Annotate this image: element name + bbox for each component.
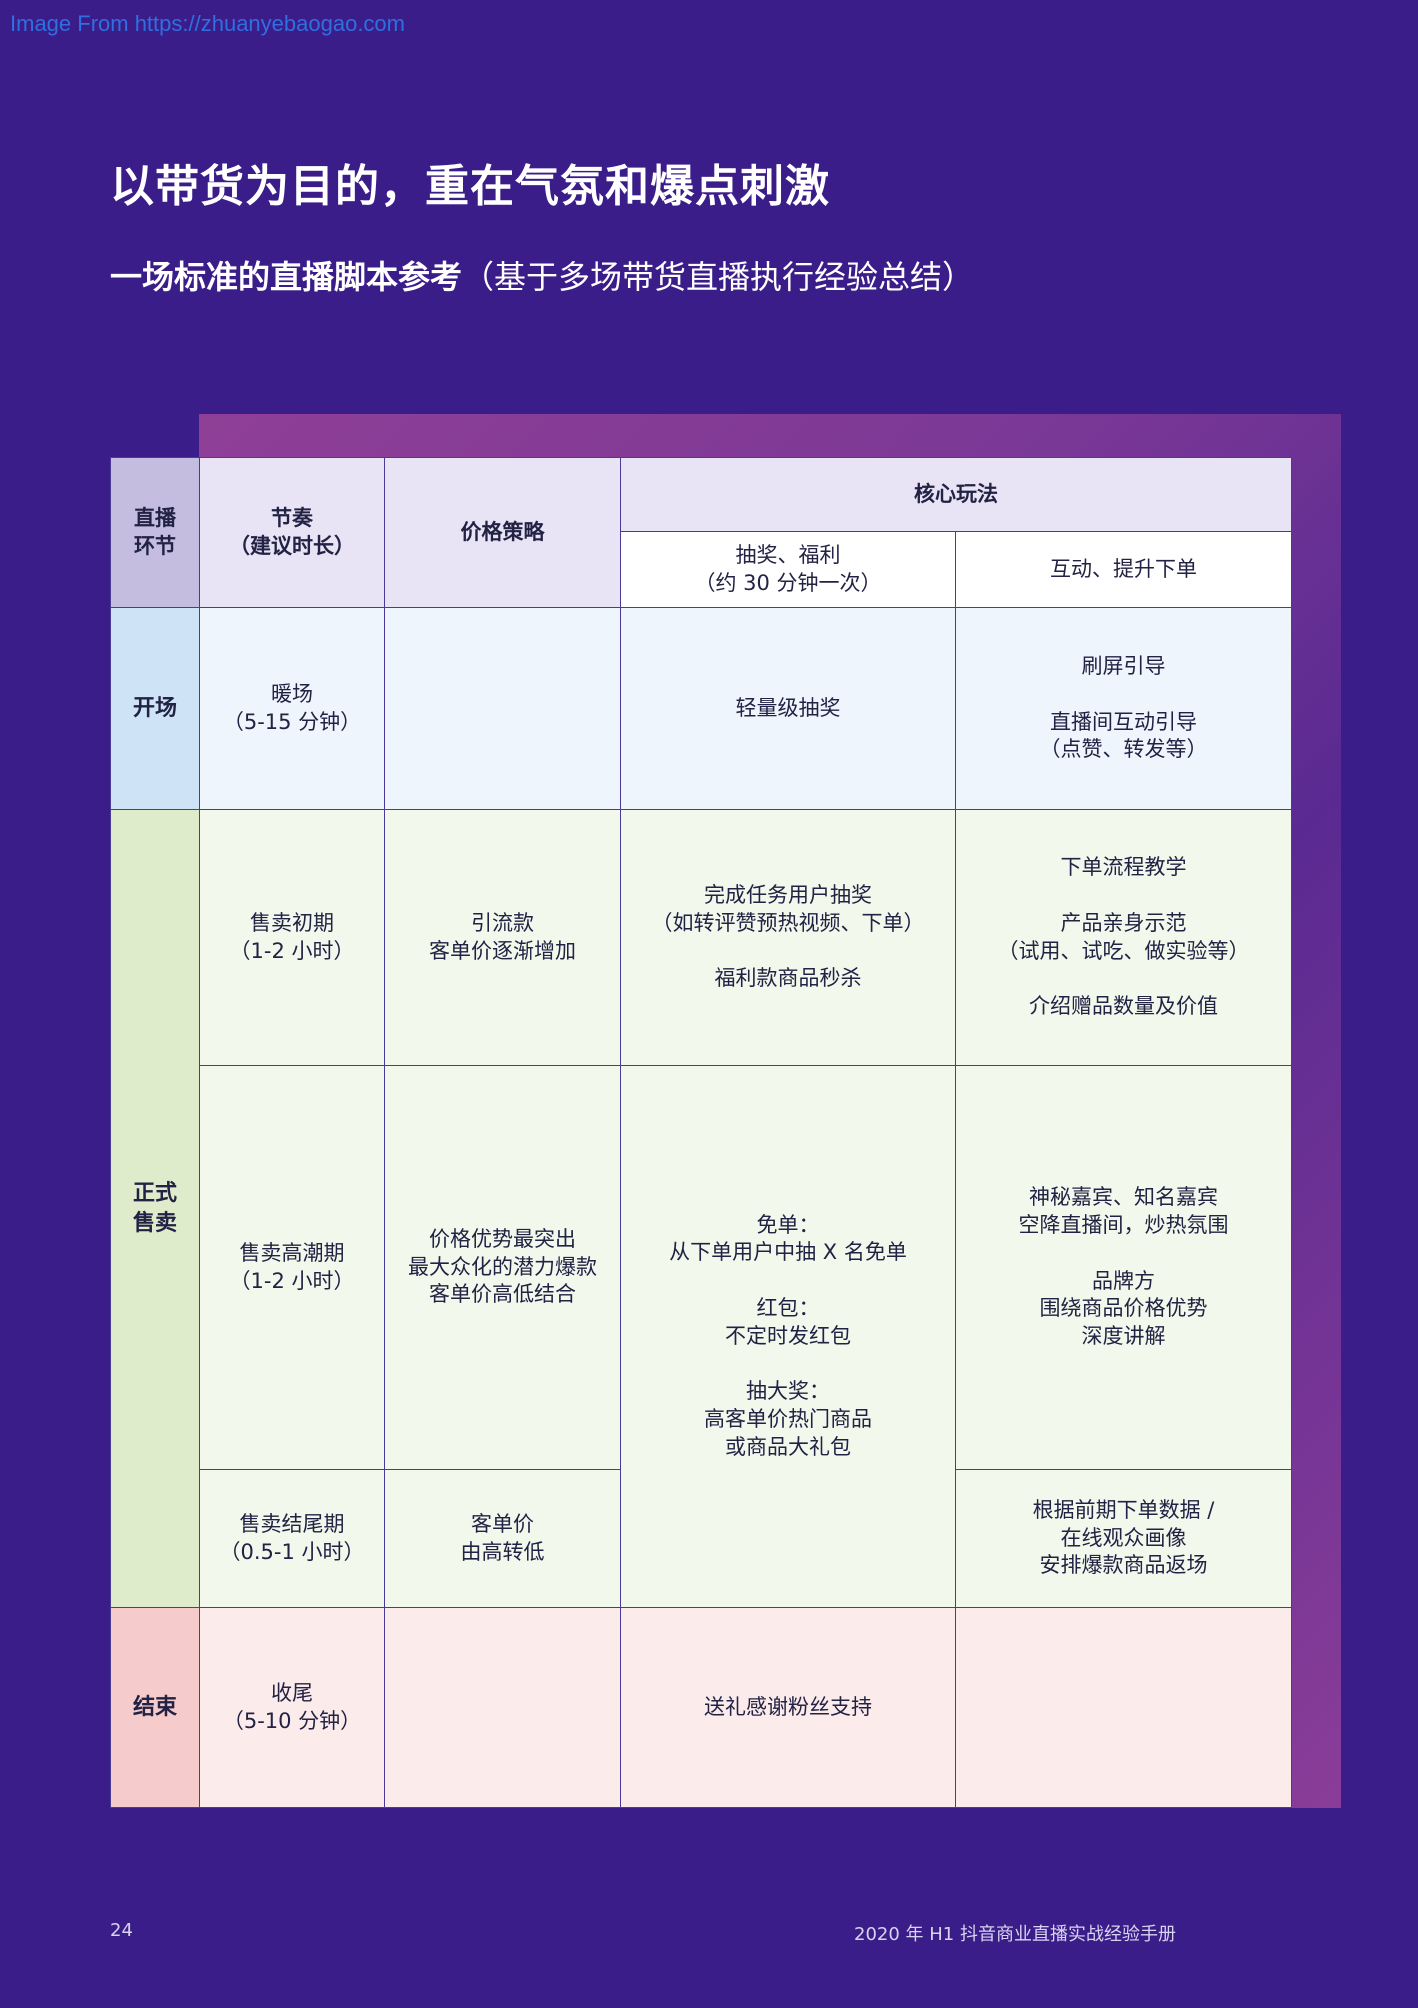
opening-interact: 刷屏引导 直播间互动引导 （点赞、转发等） bbox=[955, 607, 1292, 810]
row-selling-peak: 售卖高潮期 （1-2 小时） 价格优势最突出 最大众化的潜力爆款 客单价高低结合… bbox=[111, 1065, 1292, 1608]
ending-rhythm: 售卖结尾期 （0.5-1 小时） bbox=[199, 1469, 385, 1608]
closing-lottery: 送礼感谢粉丝支持 bbox=[620, 1607, 956, 1808]
closing-price bbox=[384, 1607, 621, 1808]
subtitle-bold: 一场标准的直播脚本参考 bbox=[110, 258, 463, 296]
page-number: 24 bbox=[110, 1920, 133, 1941]
footer-doc-title: 2020 年 H1 抖音商业直播实战经验手册 bbox=[854, 1924, 1176, 1945]
early-rhythm: 售卖初期 （1-2 小时） bbox=[199, 809, 385, 1066]
header-rhythm: 节奏 （建议时长） bbox=[199, 457, 385, 608]
row-selling-early: 正式 售卖 售卖初期 （1-2 小时） 引流款 客单价逐渐增加 完成任务用户抽奖… bbox=[110, 809, 1292, 1608]
early-lottery: 完成任务用户抽奖 （如转评赞预热视频、下单） 福利款商品秒杀 bbox=[620, 809, 956, 1066]
opening-rhythm: 暖场 （5-15 分钟） bbox=[199, 607, 385, 810]
stage-opening: 开场 bbox=[110, 607, 200, 810]
early-interact: 下单流程教学 产品亲身示范 （试用、试吃、做实验等） 介绍赠品数量及价值 bbox=[955, 809, 1292, 1066]
subtitle-normal: （基于多场带货直播执行经验总结） bbox=[462, 258, 975, 296]
header-price-strategy: 价格策略 bbox=[384, 457, 621, 608]
page-subtitle: 一场标准的直播脚本参考（基于多场带货直播执行经验总结） bbox=[110, 252, 974, 298]
stage-closing: 结束 bbox=[110, 1607, 200, 1808]
early-price: 引流款 客单价逐渐增加 bbox=[384, 809, 621, 1066]
watermark-link[interactable]: Image From https://zhuanyebaogao.com bbox=[10, 11, 405, 37]
opening-price bbox=[384, 607, 621, 810]
ending-interact: 根据前期下单数据 / 在线观众画像 安排爆款商品返场 bbox=[955, 1469, 1292, 1608]
peak-interact: 神秘嘉宾、知名嘉宾 空降直播间，炒热氛围 品牌方 围绕商品价格优势 深度讲解 bbox=[955, 1065, 1292, 1470]
closing-rhythm: 收尾 （5-10 分钟） bbox=[199, 1607, 385, 1808]
page-title: 以带货为目的，重在气氛和爆点刺激 bbox=[110, 161, 830, 212]
row-opening: 开场 暖场 （5-15 分钟） 轻量级抽奖 刷屏引导 直播间互动引导 （点赞、转… bbox=[110, 607, 1292, 810]
live-script-table: 直播 环节 节奏 （建议时长） 价格策略 核心玩法 抽奖、福利 （约 30 分钟… bbox=[110, 457, 1292, 1808]
peak-lottery: 免单： 从下单用户中抽 X 名免单 红包： 不定时发红包 抽大奖： 高客单价热门… bbox=[620, 1065, 956, 1608]
header-core-play: 核心玩法 bbox=[620, 457, 1292, 532]
stage-selling: 正式 售卖 bbox=[110, 809, 200, 1608]
peak-rhythm: 售卖高潮期 （1-2 小时） bbox=[199, 1065, 385, 1470]
header-stage: 直播 环节 bbox=[110, 457, 200, 608]
row-closing: 结束 收尾 （5-10 分钟） 送礼感谢粉丝支持 bbox=[110, 1607, 1292, 1808]
opening-lottery: 轻量级抽奖 bbox=[620, 607, 956, 810]
closing-interact bbox=[955, 1607, 1292, 1808]
header-row: 直播 环节 节奏 （建议时长） 价格策略 核心玩法 bbox=[110, 457, 1292, 608]
header-lottery: 抽奖、福利 （约 30 分钟一次） bbox=[620, 531, 956, 608]
ending-price: 客单价 由高转低 bbox=[384, 1469, 621, 1608]
peak-price: 价格优势最突出 最大众化的潜力爆款 客单价高低结合 bbox=[384, 1065, 621, 1470]
header-interact: 互动、提升下单 bbox=[955, 531, 1292, 608]
